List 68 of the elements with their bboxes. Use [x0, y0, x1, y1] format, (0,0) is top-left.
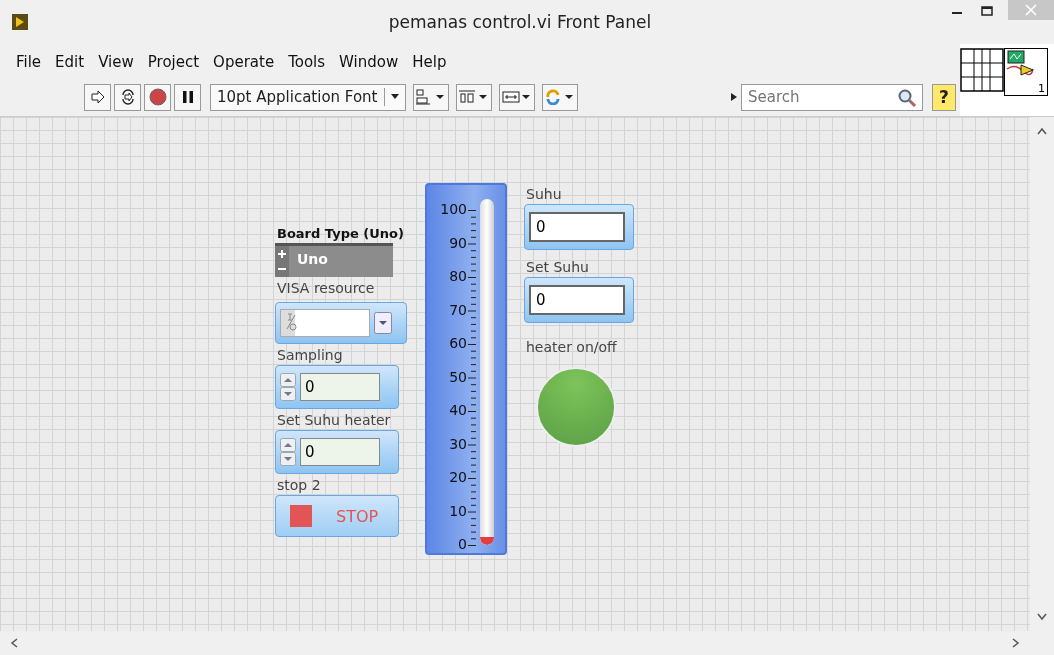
maximize-icon: [981, 6, 993, 16]
scale-label: 90: [449, 234, 467, 251]
align-icon: [415, 89, 446, 105]
control-label: Set Suhu heater: [277, 412, 391, 428]
search-field[interactable]: Search: [741, 83, 923, 111]
scroll-right-icon[interactable]: [1010, 638, 1020, 648]
pause-button[interactable]: [174, 83, 201, 111]
spinner-icon[interactable]: [280, 373, 296, 401]
scale-label: 10: [449, 502, 467, 519]
control-label: Sampling: [277, 347, 343, 363]
scale-label: 80: [449, 268, 467, 284]
help-button[interactable]: ?: [932, 83, 956, 111]
square-icon: [290, 505, 312, 527]
font-dropdown[interactable]: 10pt Application Font: [210, 83, 406, 111]
scroll-down-icon[interactable]: [1037, 611, 1047, 621]
dropdown-icon[interactable]: [374, 312, 392, 334]
scale-label: 30: [449, 435, 467, 452]
menu-item[interactable]: Tools: [282, 53, 332, 71]
search-scope-icon[interactable]: [731, 93, 737, 101]
app-icon: [12, 14, 28, 30]
pause-icon: [180, 90, 195, 104]
control-label: stop 2: [277, 477, 321, 493]
menu-item[interactable]: Window: [333, 53, 405, 71]
distribute-objects-button[interactable]: [455, 83, 492, 111]
value-display: 0: [529, 212, 625, 242]
value-display: 0: [529, 285, 625, 315]
run-button[interactable]: [84, 83, 111, 111]
control-label: Board Type (Uno): [277, 226, 404, 241]
menu-item[interactable]: Operate: [207, 53, 281, 71]
indicator-label: Suhu: [526, 186, 562, 202]
menu-item[interactable]: File: [10, 53, 48, 71]
menu-item[interactable]: View: [92, 53, 140, 71]
menu-item[interactable]: Help: [406, 53, 453, 71]
io-icon: [285, 312, 297, 332]
control-label: VISA resource: [277, 280, 375, 296]
circle-icon: [148, 88, 167, 106]
arrow-icon: [89, 89, 106, 105]
scale-label: 50: [449, 368, 467, 385]
indicator-label: heater on/off: [526, 339, 617, 355]
resize-icon: [501, 89, 532, 105]
scale-label: 100: [440, 201, 467, 217]
loop-arrow-icon: [119, 89, 136, 105]
window-title: pemanas control.vi Front Panel: [387, 12, 653, 32]
reorder-icon: [544, 89, 575, 105]
scale-label: 20: [449, 469, 467, 485]
scale-label: 70: [449, 301, 467, 318]
scale-label: 40: [449, 402, 467, 418]
numeric-control[interactable]: 0: [300, 373, 380, 401]
abort-button[interactable]: [144, 83, 171, 111]
search-icon: [897, 87, 917, 108]
indicator-label: Set Suhu: [526, 259, 589, 275]
reorder-button[interactable]: [541, 83, 578, 111]
menu-item[interactable]: Project: [141, 53, 206, 71]
vi-icon: 1: [1004, 48, 1048, 96]
menu-item[interactable]: Edit: [49, 53, 91, 71]
numeric-control[interactable]: 0: [300, 438, 380, 466]
caret-icon: [390, 94, 399, 100]
scale-label: 60: [449, 335, 467, 351]
scroll-up-icon[interactable]: [1037, 127, 1047, 137]
spinner-icon[interactable]: [280, 438, 296, 466]
scale-label: 0: [458, 536, 467, 552]
scroll-left-icon[interactable]: [10, 638, 20, 648]
resize-objects-button[interactable]: [498, 83, 535, 111]
increment-icon: [277, 248, 287, 259]
align-objects-button[interactable]: [412, 83, 449, 111]
close-icon: [1025, 4, 1037, 16]
distribute-icon: [458, 89, 489, 105]
run-continuously-button[interactable]: [114, 83, 141, 111]
